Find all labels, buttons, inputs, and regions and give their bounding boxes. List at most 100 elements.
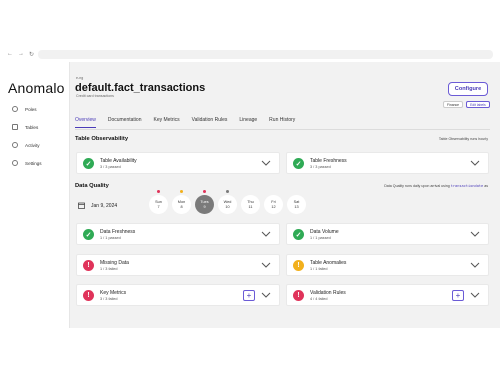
page-title: default.fact_transactions xyxy=(75,82,206,94)
sidebar: Anomalo Poles Tables Activity Settings xyxy=(0,62,70,328)
failed-status-icon: ! xyxy=(83,290,94,301)
gear-icon xyxy=(12,160,18,166)
sidebar-item-label: Settings xyxy=(25,160,42,166)
passed-status-icon: ✓ xyxy=(293,229,304,240)
check-result: 3 / 3 passed xyxy=(100,165,121,169)
observability-note: Table Observability runs hourly xyxy=(438,137,488,141)
warning-status-icon: ! xyxy=(293,260,304,271)
check-result: 1 / 1 passed xyxy=(100,236,121,240)
logo: Anomalo xyxy=(8,80,65,96)
table-icon xyxy=(12,124,18,130)
tab-divider xyxy=(75,129,490,130)
tab-run-history[interactable]: Run History xyxy=(269,117,295,128)
check-result: 1 / 1 passed xyxy=(310,236,331,240)
day-number: 9 xyxy=(203,204,206,209)
date-column-code: transactiondate xyxy=(450,184,484,188)
chevron-down-icon[interactable] xyxy=(470,290,480,300)
day-wed[interactable]: Wed 10 xyxy=(218,190,237,214)
check-card-table-anomalies[interactable]: ! Table Anomalies 1 / 1 failed xyxy=(286,254,489,276)
status-dot xyxy=(203,190,206,193)
chevron-down-icon[interactable] xyxy=(470,158,480,168)
day-thu[interactable]: Thu 11 xyxy=(241,195,260,214)
finance-tag[interactable]: Finance xyxy=(443,101,464,108)
sidebar-item-settings[interactable]: Settings xyxy=(12,160,42,166)
passed-status-icon: ✓ xyxy=(83,158,94,169)
note-text: as xyxy=(484,184,488,188)
tab-validation-rules[interactable]: Validation Rules xyxy=(192,117,228,128)
configure-button[interactable]: Configure xyxy=(448,82,488,96)
check-name: Data Freshness xyxy=(100,229,136,235)
day-mon[interactable]: Mon 8 xyxy=(172,190,191,214)
check-card-table-availability[interactable]: ✓ Table Availability 3 / 3 passed xyxy=(76,152,280,174)
day-number: 8 xyxy=(180,204,183,209)
check-name: Missing Data xyxy=(100,260,129,266)
app-window: ← → ↻ Anomalo Poles Tables Activity Sett… xyxy=(0,0,500,375)
passed-status-icon: ✓ xyxy=(83,229,94,240)
data-quality-title: Data Quality xyxy=(75,183,109,189)
check-result: 1 / 1 failed xyxy=(310,267,328,271)
status-dot xyxy=(157,190,160,193)
tab-key-metrics[interactable]: Key Metrics xyxy=(153,117,179,128)
check-card-data-volume[interactable]: ✓ Data Volume 1 / 1 passed xyxy=(286,223,489,245)
sidebar-item-activity[interactable]: Activity xyxy=(12,142,40,148)
main-panel: e-ng default.fact_transactions Credit ca… xyxy=(70,62,500,328)
tab-overview[interactable]: Overview xyxy=(75,117,96,128)
label-bar: Finance Edit labels xyxy=(443,101,490,108)
add-validation-rule-button[interactable]: + xyxy=(452,290,464,301)
date-picker[interactable]: Jan 9, 2024 xyxy=(78,202,117,209)
home-icon xyxy=(12,106,18,112)
chevron-down-icon[interactable] xyxy=(261,229,271,239)
check-result: 4 / 4 failed xyxy=(310,297,328,301)
check-name: Table Anomalies xyxy=(310,260,347,266)
sidebar-item-label: Activity xyxy=(25,142,40,148)
check-card-key-metrics[interactable]: ! Key Metrics 3 / 3 failed + xyxy=(76,284,280,306)
tab-bar: Overview Documentation Key Metrics Valid… xyxy=(75,117,307,128)
browser-toolbar: ← → ↻ xyxy=(0,47,500,62)
check-name: Table Availability xyxy=(100,158,137,164)
check-name: Key Metrics xyxy=(100,290,127,296)
chevron-down-icon[interactable] xyxy=(261,260,271,270)
tab-lineage[interactable]: Lineage xyxy=(239,117,257,128)
check-name: Data Volume xyxy=(310,229,339,235)
chevron-down-icon[interactable] xyxy=(470,229,480,239)
environment-label: e-ng xyxy=(76,76,84,80)
page-subtitle: Credit card transactions xyxy=(76,94,114,98)
selected-date: Jan 9, 2024 xyxy=(91,202,118,209)
address-bar[interactable] xyxy=(38,50,493,59)
check-result: 1 / 3 failed xyxy=(100,267,118,271)
day-number: 7 xyxy=(157,204,160,209)
status-dot xyxy=(180,190,183,193)
sidebar-item-poles[interactable]: Poles xyxy=(12,106,37,112)
check-card-missing-data[interactable]: ! Missing Data 1 / 3 failed xyxy=(76,254,280,276)
edit-labels-button[interactable]: Edit labels xyxy=(466,101,490,108)
day-number: 10 xyxy=(225,204,230,209)
observability-title: Table Observability xyxy=(75,136,129,142)
chevron-down-icon[interactable] xyxy=(261,290,271,300)
day-tues[interactable]: Tues 9 xyxy=(195,190,214,214)
check-card-validation-rules[interactable]: ! Validation Rules 4 / 4 failed + xyxy=(286,284,489,306)
status-dot xyxy=(226,190,229,193)
forward-icon[interactable]: → xyxy=(18,51,24,58)
day-number: 11 xyxy=(248,204,253,209)
note-text: Data Quality runs daily upon arrival usi… xyxy=(384,184,450,188)
check-name: Table Freshness xyxy=(310,158,347,164)
reload-icon[interactable]: ↻ xyxy=(29,51,34,58)
chevron-down-icon[interactable] xyxy=(470,260,480,270)
check-result: 3 / 3 failed xyxy=(100,297,118,301)
check-card-table-freshness[interactable]: ✓ Table Freshness 3 / 3 passed xyxy=(286,152,489,174)
day-sun[interactable]: Sun 7 xyxy=(149,190,168,214)
add-key-metric-button[interactable]: + xyxy=(243,290,255,301)
day-number: 13 xyxy=(294,204,299,209)
chevron-down-icon[interactable] xyxy=(261,158,271,168)
sidebar-item-label: Poles xyxy=(25,106,37,112)
sidebar-item-label: Tables xyxy=(25,124,39,130)
check-card-data-freshness[interactable]: ✓ Data Freshness 1 / 1 passed xyxy=(76,223,280,245)
back-icon[interactable]: ← xyxy=(7,51,13,58)
tab-documentation[interactable]: Documentation xyxy=(108,117,142,128)
failed-status-icon: ! xyxy=(293,290,304,301)
day-sat[interactable]: Sat 13 xyxy=(287,195,306,214)
passed-status-icon: ✓ xyxy=(293,158,304,169)
data-quality-note: Data Quality runs daily upon arrival usi… xyxy=(384,184,488,188)
sidebar-item-tables[interactable]: Tables xyxy=(12,124,38,130)
day-fri[interactable]: Fri 12 xyxy=(264,195,283,214)
